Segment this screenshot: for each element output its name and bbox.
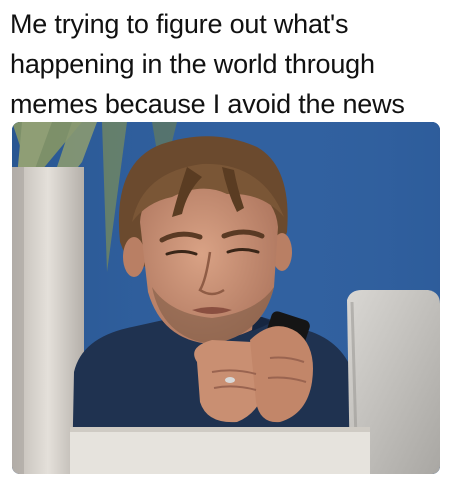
caption-line-1: Me trying to figure out what's xyxy=(10,9,349,39)
white-railing xyxy=(70,427,370,474)
meme-photo xyxy=(12,122,440,474)
meme-caption: Me trying to figure out what's happening… xyxy=(10,4,450,124)
man-with-phone-illustration xyxy=(12,122,440,474)
meme-post: Me trying to figure out what's happening… xyxy=(0,0,458,482)
ring xyxy=(225,377,235,383)
left-ear xyxy=(123,237,145,277)
caption-line-2: happening in the world through xyxy=(10,49,375,79)
caption-line-3: memes because I avoid the news xyxy=(10,89,405,119)
